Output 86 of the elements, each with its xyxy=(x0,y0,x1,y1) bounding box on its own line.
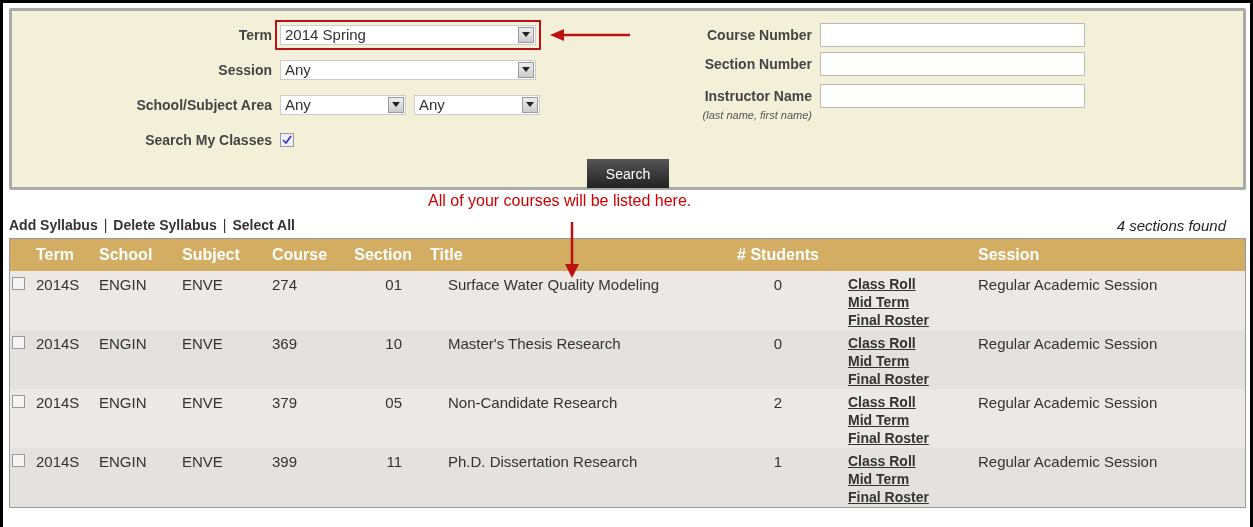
roster-link[interactable]: Class Roll xyxy=(848,393,973,411)
roster-link[interactable]: Final Roster xyxy=(848,429,973,447)
field-label: Search My Classes xyxy=(144,131,272,148)
column-header: Subject xyxy=(182,246,241,264)
table-cell-text: 1 xyxy=(772,452,784,470)
table-cell-text: Ph.D. Dissertation Research xyxy=(447,452,639,470)
table-cell-text: ENGIN xyxy=(99,334,148,352)
table-cell-text: 11 xyxy=(385,452,403,470)
roster-link[interactable]: Class Roll xyxy=(848,452,973,470)
table-cell-text: 2014S xyxy=(36,393,81,411)
table-cell-text: Regular Academic Session xyxy=(977,275,1159,293)
caret-icon xyxy=(392,102,400,107)
roster-link[interactable]: Final Roster xyxy=(848,488,973,506)
field-label: Term xyxy=(237,26,272,43)
table-cell-text: ENVE xyxy=(182,452,224,470)
roster-link[interactable]: Mid Term xyxy=(848,411,973,429)
table-cell-text: 379 xyxy=(272,393,299,411)
arrow-icon xyxy=(565,222,579,278)
term-select[interactable]: 2014 Spring xyxy=(280,24,536,45)
roster-link[interactable]: Mid Term xyxy=(848,470,973,488)
caret-icon xyxy=(526,102,534,107)
table-cell-text: 369 xyxy=(272,334,299,352)
table-cell-text: 2 xyxy=(772,393,784,411)
table-cell-text: 05 xyxy=(384,393,403,411)
table-cell-text: 399 xyxy=(272,452,299,470)
school-select[interactable]: Any xyxy=(280,94,406,115)
caret-icon xyxy=(522,67,530,72)
row-checkbox[interactable] xyxy=(12,395,25,408)
roster-link[interactable]: Mid Term xyxy=(848,293,973,311)
field-label: Section Number xyxy=(703,56,812,72)
table-cell-text: Regular Academic Session xyxy=(977,334,1159,352)
table-cell-text: 2014S xyxy=(36,275,81,293)
table-cell-text: Master's Thesis Research xyxy=(447,334,622,352)
checkbox[interactable] xyxy=(280,132,294,147)
row-checkbox[interactable] xyxy=(12,336,25,349)
table-cell-text: Surface Water Quality Modeling xyxy=(447,275,661,293)
table-cell-text: 274 xyxy=(272,275,299,293)
column-header: Title xyxy=(429,246,464,264)
session-select[interactable]: Any xyxy=(280,59,536,80)
roster-link[interactable]: Mid Term xyxy=(848,352,973,370)
roster-link[interactable]: Final Roster xyxy=(848,311,973,329)
column-header: Course xyxy=(272,246,329,264)
table-cell-text: 0 xyxy=(772,275,784,293)
table-cell-text: 01 xyxy=(384,275,403,293)
course-number-field[interactable] xyxy=(820,22,1085,47)
annotation-text: All of your courses will be listed here. xyxy=(428,192,692,210)
instructor-name-field[interactable] xyxy=(820,83,1085,108)
table-cell-text: 2014S xyxy=(36,452,81,470)
table-cell-text: ENVE xyxy=(182,275,224,293)
column-header: # Students xyxy=(736,246,820,264)
search-button[interactable]: Search xyxy=(587,159,669,188)
table-cell-text: ENGIN xyxy=(99,393,148,411)
field-label: Course Number xyxy=(705,26,812,43)
roster-link[interactable]: Class Roll xyxy=(848,334,973,352)
field-label: Instructor Name xyxy=(703,87,812,104)
table-cell-text: Regular Academic Session xyxy=(977,452,1159,470)
table-cell-text: 2014S xyxy=(36,334,81,352)
field-label: School/Subject Area xyxy=(135,96,272,113)
roster-link[interactable]: Final Roster xyxy=(848,370,973,388)
table-cell-text: ENVE xyxy=(182,334,224,352)
table-cell-text: 10 xyxy=(384,334,403,352)
column-header: School xyxy=(99,246,154,264)
table-cell-text: ENVE xyxy=(182,393,224,411)
table-cell-text: Regular Academic Session xyxy=(977,393,1159,411)
action-link[interactable]: Delete Syllabus xyxy=(113,217,217,233)
field-hint: (last name, first name) xyxy=(701,109,812,121)
row-checkbox[interactable] xyxy=(12,454,25,467)
subject-select[interactable]: Any xyxy=(414,94,540,115)
action-link[interactable]: Add Syllabus xyxy=(9,217,98,233)
section-number-field[interactable] xyxy=(820,52,1085,76)
table-cell-text: Non-Candidate Research xyxy=(447,393,619,411)
arrow-icon xyxy=(550,28,630,41)
result-count: 4 sections found xyxy=(1116,216,1226,234)
caret-icon xyxy=(522,32,530,37)
table-cell-text: ENGIN xyxy=(99,275,148,293)
column-header: Section xyxy=(353,246,412,264)
column-header: Session xyxy=(977,246,1041,264)
field-label: Session xyxy=(217,61,272,78)
separator: | xyxy=(103,217,108,233)
separator: | xyxy=(222,217,227,233)
roster-link[interactable]: Class Roll xyxy=(848,275,973,293)
table-cell-text: 0 xyxy=(772,334,784,352)
column-header: Term xyxy=(36,246,75,264)
row-checkbox[interactable] xyxy=(12,277,25,290)
table-cell-text: ENGIN xyxy=(99,452,148,470)
action-link[interactable]: Select All xyxy=(232,217,295,233)
